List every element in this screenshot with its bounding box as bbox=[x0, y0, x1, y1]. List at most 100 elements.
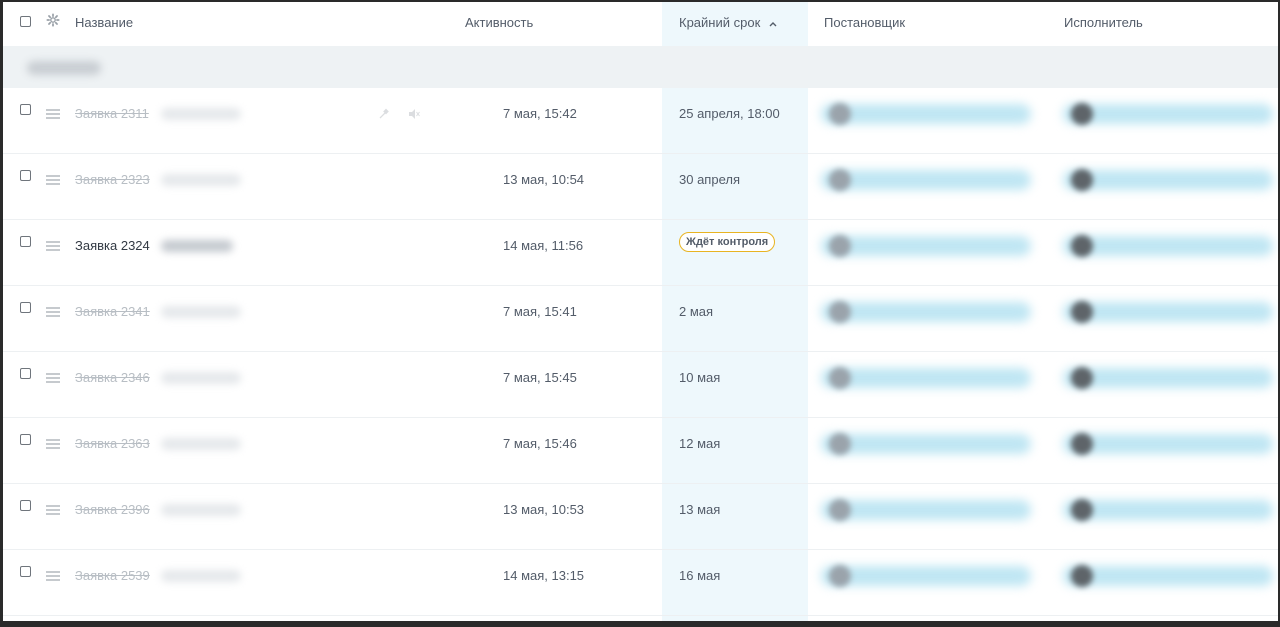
creator-name-redacted bbox=[821, 434, 1031, 454]
activity-date: 14 мая, 11:56 bbox=[503, 238, 584, 253]
table-row[interactable]: Заявка 2323 13 мая, 10:54 30 апреля bbox=[3, 154, 1278, 220]
creator-user-redacted[interactable] bbox=[821, 230, 1031, 260]
creator-user-redacted[interactable] bbox=[821, 362, 1031, 392]
column-header-deadline[interactable]: Крайний срок bbox=[679, 15, 778, 30]
table-row[interactable]: Заявка 2396 13 мая, 10:53 13 мая bbox=[3, 484, 1278, 550]
column-header-deadline-label: Крайний срок bbox=[679, 15, 761, 30]
deadline-date[interactable]: 25 апреля, 18:00 bbox=[679, 106, 780, 121]
task-title-link[interactable]: Заявка 2324 bbox=[75, 238, 150, 253]
avatar bbox=[1071, 367, 1093, 389]
deadline-date[interactable]: 12 мая bbox=[679, 436, 720, 451]
avatar bbox=[829, 499, 851, 521]
column-header-creator[interactable]: Постановщик bbox=[824, 15, 905, 30]
task-title-link[interactable]: Заявка 2341 bbox=[75, 304, 150, 319]
drag-handle-icon[interactable] bbox=[46, 307, 60, 317]
activity-date: 13 мая, 10:54 bbox=[503, 172, 585, 187]
assignee-user-redacted[interactable] bbox=[1063, 560, 1273, 590]
task-title-link[interactable]: Заявка 2396 bbox=[75, 502, 150, 517]
row-checkbox[interactable] bbox=[20, 434, 31, 445]
avatar bbox=[1071, 169, 1093, 191]
assignee-name-redacted bbox=[1063, 170, 1273, 190]
table-row[interactable]: Заявка 2346 7 мая, 15:45 10 мая bbox=[3, 352, 1278, 418]
creator-user-redacted[interactable] bbox=[821, 560, 1031, 590]
row-checkbox[interactable] bbox=[20, 104, 31, 115]
drag-handle-icon[interactable] bbox=[46, 175, 60, 185]
assignee-user-redacted[interactable] bbox=[1063, 494, 1273, 524]
column-header-name[interactable]: Название bbox=[75, 15, 133, 30]
pin-icon[interactable] bbox=[378, 108, 390, 120]
task-title-redacted bbox=[161, 240, 233, 252]
drag-handle-icon[interactable] bbox=[46, 571, 60, 581]
deadline-date[interactable]: 2 мая bbox=[679, 304, 713, 319]
row-checkbox[interactable] bbox=[20, 170, 31, 181]
group-title-redacted bbox=[27, 61, 101, 75]
avatar bbox=[829, 103, 851, 125]
table-row[interactable]: Заявка 2341 7 мая, 15:41 2 мая bbox=[3, 286, 1278, 352]
task-title-link[interactable]: Заявка 2323 bbox=[75, 172, 150, 187]
drag-handle-icon[interactable] bbox=[46, 505, 60, 515]
deadline-date[interactable]: 10 мая bbox=[679, 370, 720, 385]
task-title-link[interactable]: Заявка 2311 bbox=[75, 106, 149, 121]
assignee-name-redacted bbox=[1063, 368, 1273, 388]
settings-gear-icon[interactable] bbox=[46, 13, 60, 27]
assignee-user-redacted[interactable] bbox=[1063, 296, 1273, 326]
task-title-redacted bbox=[161, 174, 241, 186]
row-checkbox[interactable] bbox=[20, 500, 31, 511]
avatar bbox=[1071, 103, 1093, 125]
avatar bbox=[829, 235, 851, 257]
creator-user-redacted[interactable] bbox=[821, 428, 1031, 458]
assignee-user-redacted[interactable] bbox=[1063, 362, 1273, 392]
deadline-date[interactable]: 16 мая bbox=[679, 568, 720, 583]
creator-user-redacted[interactable] bbox=[821, 296, 1031, 326]
group-header-row[interactable] bbox=[3, 46, 1278, 88]
creator-user-redacted[interactable] bbox=[821, 164, 1031, 194]
avatar bbox=[1071, 433, 1093, 455]
task-title-link[interactable]: Заявка 2346 bbox=[75, 370, 150, 385]
drag-handle-icon[interactable] bbox=[46, 109, 60, 119]
assignee-user-redacted[interactable] bbox=[1063, 230, 1273, 260]
task-title-link[interactable]: Заявка 2539 bbox=[75, 568, 150, 583]
creator-name-redacted bbox=[821, 302, 1031, 322]
creator-name-redacted bbox=[821, 500, 1031, 520]
activity-date: 7 мая, 15:42 bbox=[503, 106, 577, 121]
creator-user-redacted[interactable] bbox=[821, 494, 1031, 524]
column-header-activity[interactable]: Активность bbox=[465, 15, 533, 30]
activity-date: 13 мая, 10:53 bbox=[503, 502, 585, 517]
table-row[interactable]: Заявка 2539 14 мая, 13:15 16 мая bbox=[3, 550, 1278, 616]
avatar bbox=[829, 169, 851, 191]
avatar bbox=[1071, 235, 1093, 257]
creator-name-redacted bbox=[821, 566, 1031, 586]
table-row[interactable]: Заявка 2311 7 мая, 15:42 25 апреля, 18:00 bbox=[3, 88, 1278, 154]
row-checkbox[interactable] bbox=[20, 236, 31, 247]
sort-ascending-icon bbox=[769, 21, 777, 27]
activity-date: 7 мая, 15:45 bbox=[503, 370, 577, 385]
deadline-date[interactable]: 13 мая bbox=[679, 502, 720, 517]
table-row[interactable]: Заявка 2363 7 мая, 15:46 12 мая bbox=[3, 418, 1278, 484]
drag-handle-icon[interactable] bbox=[46, 439, 60, 449]
mute-icon[interactable] bbox=[408, 108, 420, 120]
column-header-assignee[interactable]: Исполнитель bbox=[1064, 15, 1143, 30]
task-title-link[interactable]: Заявка 2363 bbox=[75, 436, 150, 451]
deadline-date[interactable]: 30 апреля bbox=[679, 172, 740, 187]
avatar bbox=[829, 301, 851, 323]
task-title-redacted bbox=[161, 306, 241, 318]
avatar bbox=[1071, 565, 1093, 587]
activity-date: 7 мая, 15:41 bbox=[503, 304, 577, 319]
drag-handle-icon[interactable] bbox=[46, 373, 60, 383]
row-checkbox[interactable] bbox=[20, 566, 31, 577]
activity-date: 7 мая, 15:46 bbox=[503, 436, 577, 451]
avatar bbox=[1071, 499, 1093, 521]
assignee-user-redacted[interactable] bbox=[1063, 164, 1273, 194]
assignee-user-redacted[interactable] bbox=[1063, 98, 1273, 128]
drag-handle-icon[interactable] bbox=[46, 241, 60, 251]
row-checkbox[interactable] bbox=[20, 302, 31, 313]
creator-user-redacted[interactable] bbox=[821, 98, 1031, 128]
creator-name-redacted bbox=[821, 368, 1031, 388]
select-all-checkbox[interactable] bbox=[20, 16, 31, 27]
task-title-redacted bbox=[161, 372, 241, 384]
row-checkbox[interactable] bbox=[20, 368, 31, 379]
status-badge[interactable]: Ждёт контроля bbox=[679, 232, 776, 252]
assignee-user-redacted[interactable] bbox=[1063, 428, 1273, 458]
table-row[interactable]: Заявка 2324 14 мая, 11:56 Ждёт контроля bbox=[3, 220, 1278, 286]
creator-name-redacted bbox=[821, 170, 1031, 190]
